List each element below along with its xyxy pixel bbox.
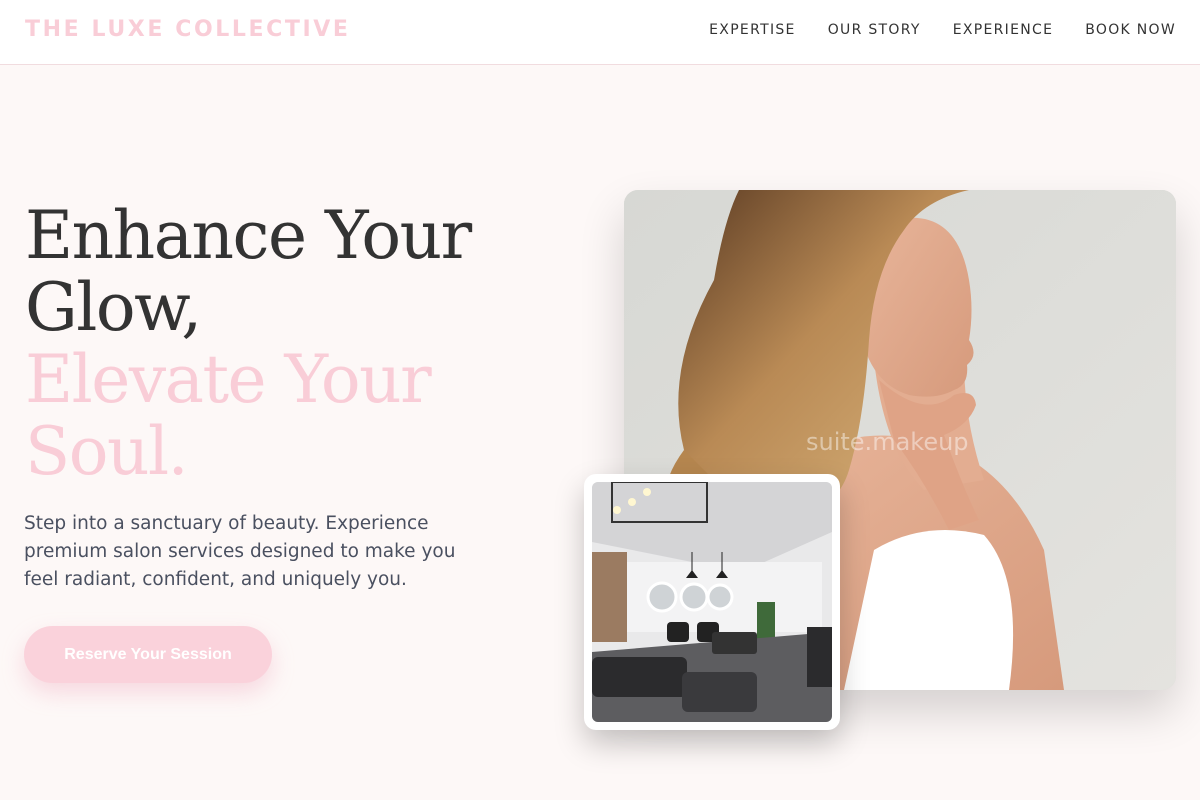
nav-link-book-now[interactable]: BOOK NOW [1085, 22, 1176, 38]
brand-logo[interactable]: THE LUXE COLLECTIVE [25, 17, 351, 42]
hero-subtitle: Step into a sanctuary of beauty. Experie… [24, 513, 456, 590]
hero-headline: Enhance Your Glow, Elevate Your Soul. [25, 200, 545, 488]
salon-interior-image [592, 482, 832, 722]
nav-link-expertise[interactable]: EXPERTISE [709, 22, 796, 38]
headline-accent-line-2: Soul. [25, 413, 189, 490]
headline-line-1: Enhance Your [25, 197, 472, 274]
nav-link-experience[interactable]: EXPERIENCE [953, 22, 1054, 38]
reserve-session-button[interactable]: Reserve Your Session [24, 626, 272, 683]
headline-line-2: Glow, [25, 269, 202, 346]
headline-accent-line-1: Elevate Your [25, 341, 432, 418]
site-header: THE LUXE COLLECTIVE EXPERTISE OUR STORY … [0, 0, 1200, 65]
salon-illustration [592, 482, 832, 722]
main-nav: EXPERTISE OUR STORY EXPERIENCE BOOK NOW [677, 22, 1176, 38]
nav-link-our-story[interactable]: OUR STORY [828, 22, 921, 38]
image-watermark: suite.makeup [806, 428, 969, 456]
salon-interior-card [584, 474, 840, 730]
